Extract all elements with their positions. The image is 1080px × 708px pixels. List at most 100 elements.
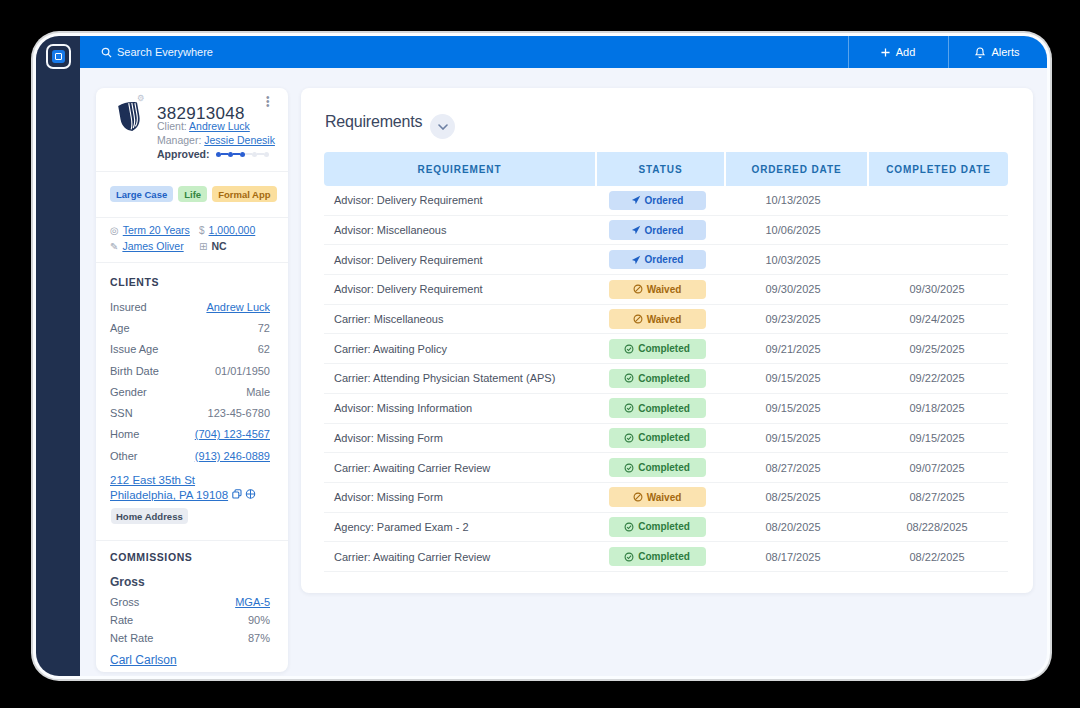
- completed-date: 09/15/2025: [869, 432, 1008, 444]
- detail-value[interactable]: (913) 246-0889: [195, 450, 270, 462]
- address-line1-link[interactable]: 212 East 35th St: [110, 474, 195, 486]
- address-line2-link[interactable]: Philadelphia, PA 19108: [110, 489, 228, 501]
- requirement-name: Advisor: Missing Form: [324, 432, 597, 444]
- requirement-row: Advisor: MiscellaneousOrdered10/06/2025: [324, 216, 1008, 246]
- detail-value: 62: [258, 343, 270, 355]
- detail-value[interactable]: (704) 123-4567: [195, 428, 270, 440]
- column-header[interactable]: COMPLETED DATE: [869, 152, 1008, 186]
- requirements-collapse-button[interactable]: [430, 114, 455, 139]
- search-placeholder: Search Everywhere: [117, 46, 213, 58]
- detail-label: Gross: [110, 596, 139, 608]
- requirements-card: Requirements REQUIREMENTSTATUSORDERED DA…: [301, 88, 1033, 593]
- requirement-name: Advisor: Miscellaneous: [324, 224, 597, 236]
- detail-value[interactable]: MGA-5: [235, 596, 270, 608]
- commissions-group-title: Gross: [110, 575, 145, 589]
- detail-label: Net Rate: [110, 632, 153, 644]
- state-icon: ⊞: [199, 241, 207, 252]
- requirement-name: Carrier: Miscellaneous: [324, 313, 597, 325]
- commissions-section-title: COMMISSIONS: [110, 551, 192, 563]
- ordered-date: 09/23/2025: [726, 313, 869, 325]
- detail-row: Birth Date 01/01/1950: [110, 360, 270, 381]
- requirement-row: Advisor: Delivery RequirementWaived09/30…: [324, 275, 1008, 305]
- print-icon[interactable]: [245, 489, 256, 499]
- detail-row: GenderMale: [110, 381, 270, 402]
- completed-date: 09/25/2025: [869, 343, 1008, 355]
- status-badge: Completed: [609, 369, 706, 389]
- requirement-row: Carrier: Awaiting Carrier ReviewComplete…: [324, 542, 1008, 572]
- requirement-name: Carrier: Awaiting Carrier Review: [324, 551, 597, 563]
- column-header[interactable]: ORDERED DATE: [726, 152, 867, 186]
- slash-circle-icon: [633, 284, 643, 294]
- nav-sidebar: [36, 36, 80, 676]
- alerts-button[interactable]: Alerts: [948, 36, 1047, 68]
- policy-info: ◎Term 20 Years $1,000,000 ✎James Oliver …: [110, 224, 274, 256]
- commissions-rows: GrossMGA-5Rate90%Net Rate87%: [110, 593, 270, 647]
- completed-date: 08/228/2025: [869, 521, 1008, 533]
- case-summary-card: ⚙ ••• 382913048 Client: Andrew Luck Mana…: [96, 88, 288, 672]
- detail-value[interactable]: Andrew Luck: [206, 301, 270, 313]
- requirement-name: Advisor: Missing Information: [324, 402, 597, 414]
- detail-label: Gender: [110, 386, 147, 398]
- detail-row: Other (913) 246-0889: [110, 445, 270, 466]
- column-header[interactable]: STATUS: [597, 152, 724, 186]
- requirement-row: Advisor: Delivery RequirementOrdered10/1…: [324, 186, 1008, 216]
- status-badge: Ordered: [609, 191, 706, 211]
- detail-label: Other: [110, 450, 138, 462]
- status-badge: Ordered: [609, 250, 706, 270]
- carrier-logo-icon: [117, 101, 142, 132]
- plus-icon: [881, 48, 890, 57]
- check-circle-icon: [624, 344, 634, 354]
- bell-icon: [975, 47, 985, 58]
- completed-date: 09/24/2025: [869, 313, 1008, 325]
- requirements-table: REQUIREMENTSTATUSORDERED DATECOMPLETED D…: [324, 152, 1008, 572]
- client-link[interactable]: Andrew Luck: [189, 120, 250, 132]
- status-badge: Waived: [609, 487, 706, 507]
- completed-date: 09/30/2025: [869, 283, 1008, 295]
- kebab-menu-icon[interactable]: •••: [266, 96, 270, 108]
- send-icon: [631, 255, 641, 265]
- check-circle-icon: [624, 433, 634, 443]
- column-header[interactable]: REQUIREMENT: [324, 152, 595, 186]
- ordered-date: 09/30/2025: [726, 283, 869, 295]
- ordered-date: 10/03/2025: [726, 254, 869, 266]
- add-button-label: Add: [896, 46, 916, 58]
- status-badge: Completed: [609, 458, 706, 478]
- ordered-date: 08/17/2025: [726, 551, 869, 563]
- policy-amount-link[interactable]: 1,000,000: [209, 224, 256, 236]
- requirement-name: Carrier: Awaiting Policy: [324, 343, 597, 355]
- approved-label: Approved:: [157, 148, 210, 160]
- approved-progress: Approved:: [157, 148, 269, 160]
- ordered-date: 09/15/2025: [726, 372, 869, 384]
- detail-label: Birth Date: [110, 365, 159, 377]
- check-circle-icon: [624, 403, 634, 413]
- slash-circle-icon: [633, 492, 643, 502]
- search-icon: [101, 47, 112, 58]
- policy-term-link[interactable]: Term 20 Years: [123, 224, 190, 236]
- requirements-table-header: REQUIREMENTSTATUSORDERED DATECOMPLETED D…: [324, 152, 1008, 186]
- requirement-name: Agency: Paramed Exam - 2: [324, 521, 597, 533]
- detail-value: 01/01/1950: [215, 365, 270, 377]
- detail-label: Issue Age: [110, 343, 158, 355]
- requirement-row: Carrier: MiscellaneousWaived09/23/202509…: [324, 305, 1008, 335]
- ordered-date: 09/21/2025: [726, 343, 869, 355]
- send-icon: [631, 225, 641, 235]
- case-tag: Life: [178, 186, 207, 202]
- manager-link[interactable]: Jessie Denesik: [204, 134, 275, 146]
- clients-section-title: CLIENTS: [110, 276, 159, 288]
- gear-icon[interactable]: ⚙: [137, 93, 145, 103]
- commissions-agent-link[interactable]: Carl Carlson: [110, 653, 177, 667]
- requirement-name: Advisor: Delivery Requirement: [324, 194, 597, 206]
- requirement-row: Agency: Paramed Exam - 2Completed08/20/2…: [324, 513, 1008, 543]
- copy-icon[interactable]: [232, 489, 242, 499]
- global-search-input[interactable]: Search Everywhere: [101, 36, 213, 68]
- completed-date: 08/27/2025: [869, 491, 1008, 503]
- check-circle-icon: [624, 522, 634, 532]
- agent-link[interactable]: James Oliver: [122, 240, 183, 252]
- client-label: Client:: [157, 120, 187, 132]
- completed-date: 09/07/2025: [869, 462, 1008, 474]
- detail-label: Rate: [110, 614, 133, 626]
- check-circle-icon: [624, 373, 634, 383]
- app-logo-icon[interactable]: [46, 44, 71, 69]
- add-button[interactable]: Add: [848, 36, 948, 68]
- send-icon: [631, 195, 641, 205]
